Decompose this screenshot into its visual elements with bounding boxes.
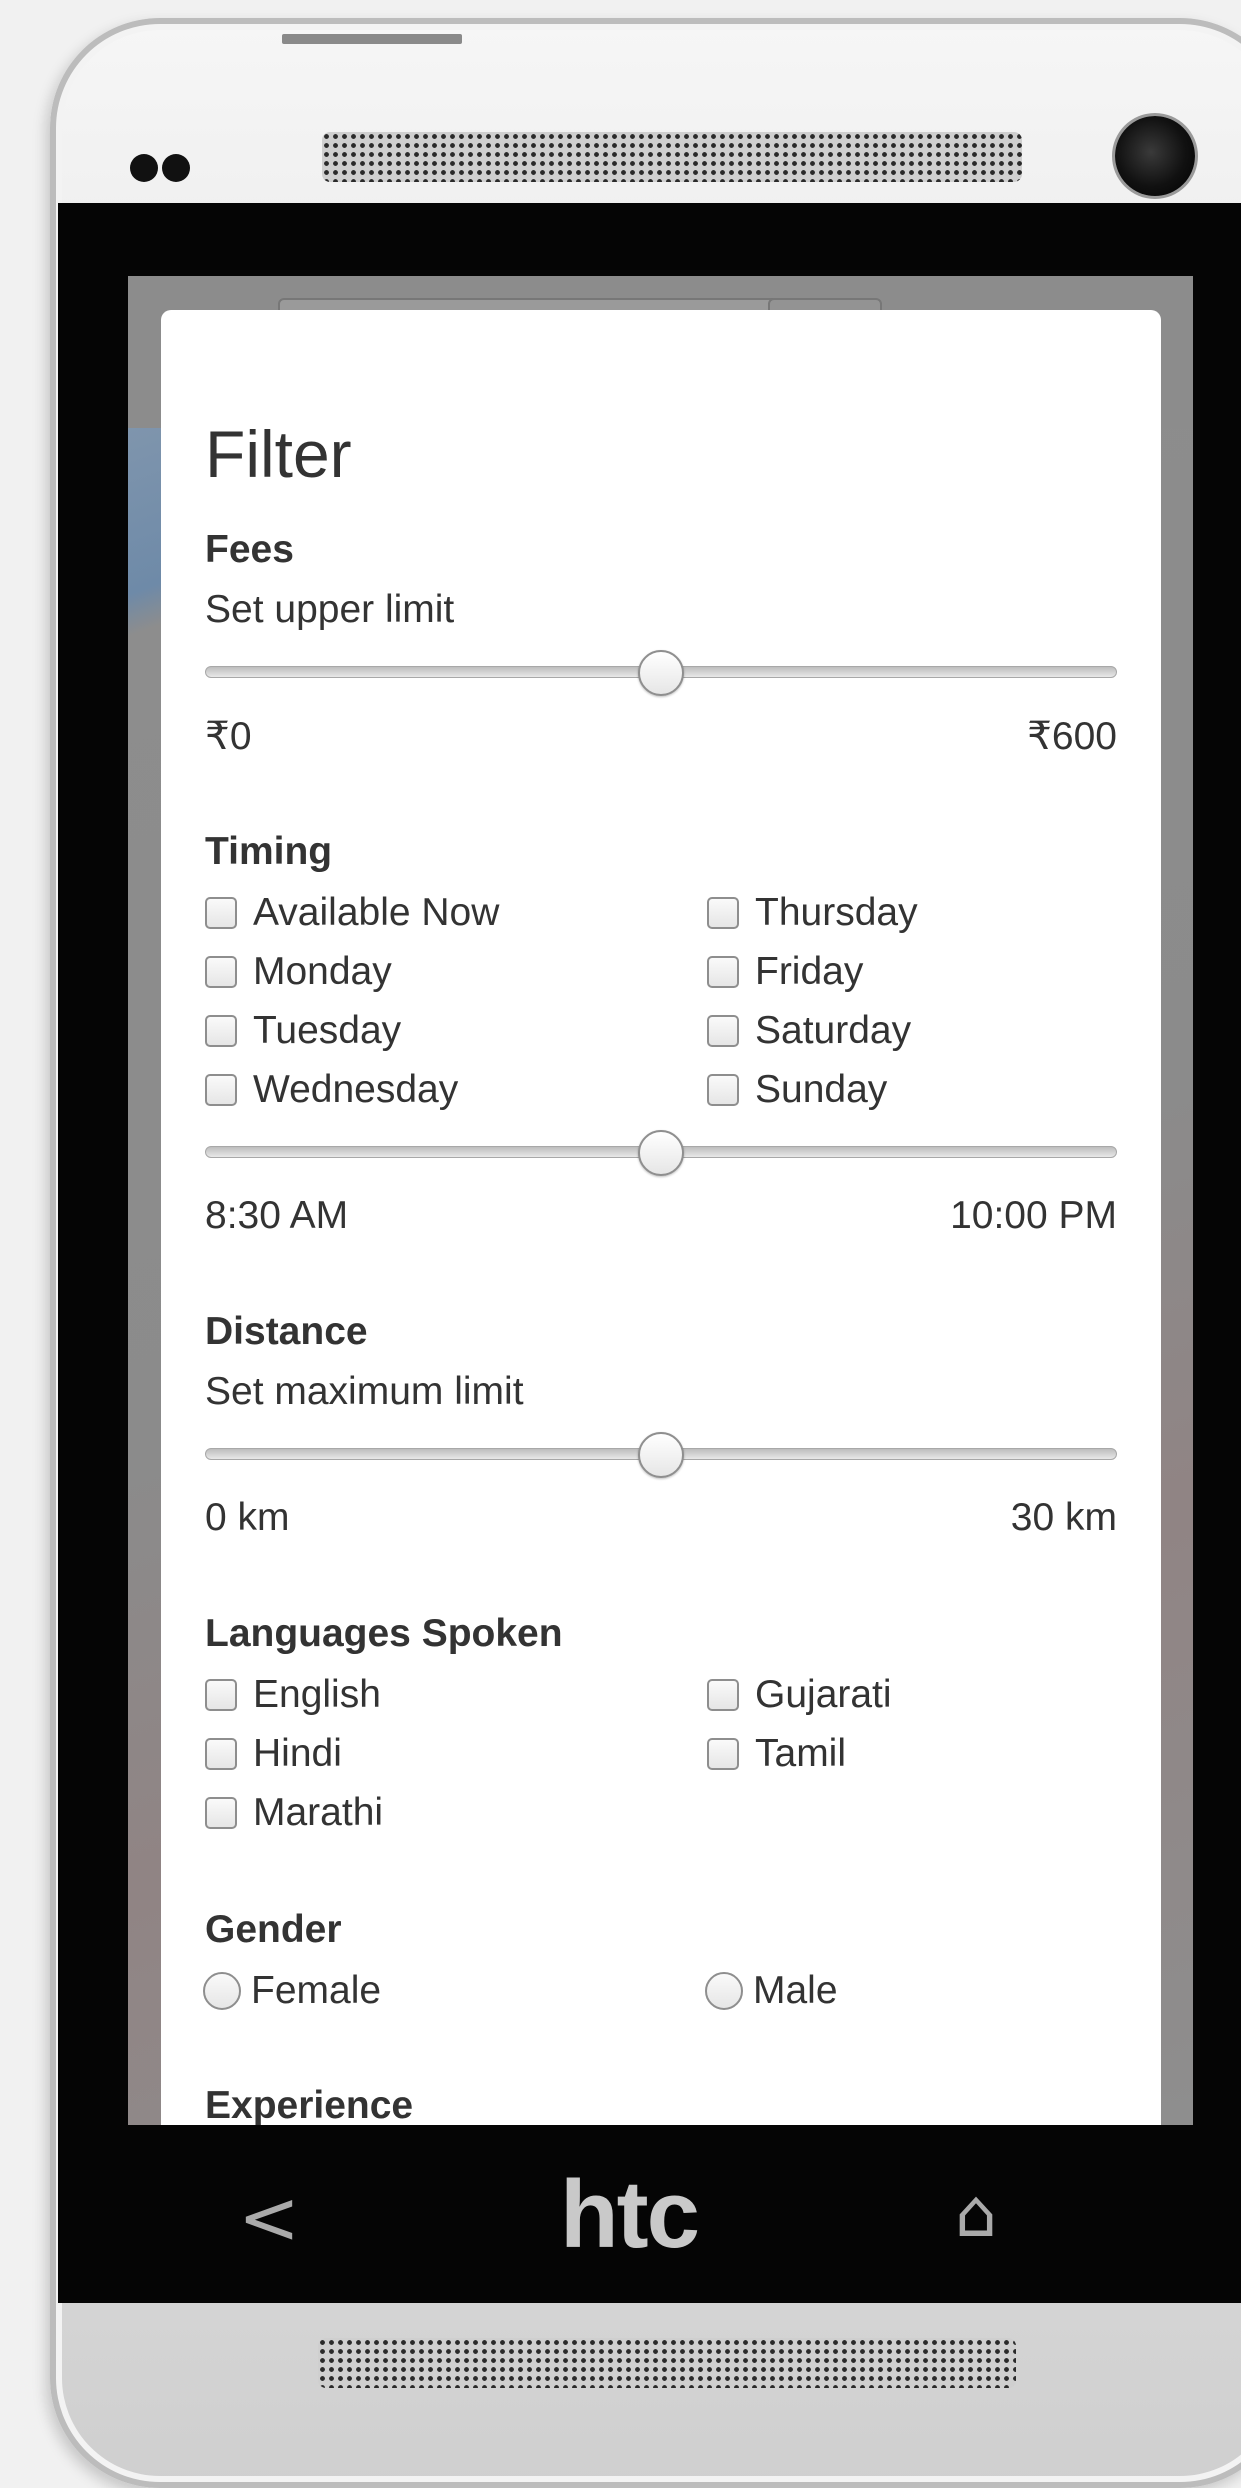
checkbox-sunday[interactable]: Sunday xyxy=(707,1065,887,1115)
checkbox-label: Friday xyxy=(755,950,864,993)
checkbox-label: Wednesday xyxy=(253,1068,459,1111)
fees-subheading: Set upper limit xyxy=(205,588,455,631)
checkbox[interactable] xyxy=(205,1797,237,1829)
checkbox-saturday[interactable]: Saturday xyxy=(707,1006,911,1056)
checkbox-label: English xyxy=(253,1673,381,1716)
checkbox[interactable] xyxy=(205,1015,237,1047)
checkbox-monday[interactable]: Monday xyxy=(205,947,392,997)
checkbox[interactable] xyxy=(205,897,237,929)
checkbox[interactable] xyxy=(205,956,237,988)
filter-dialog: Filter Fees Set upper limit ₹0 ₹600 Timi… xyxy=(161,310,1161,2125)
distance-subheading: Set maximum limit xyxy=(205,1370,524,1413)
checkbox-label: Monday xyxy=(253,950,392,993)
dialog-title: Filter xyxy=(205,417,352,491)
checkbox-label: Thursday xyxy=(755,891,918,934)
radio-button[interactable] xyxy=(705,1972,743,2010)
checkbox-tamil[interactable]: Tamil xyxy=(707,1729,846,1779)
distance-slider[interactable] xyxy=(205,1432,1117,1478)
slider-thumb[interactable] xyxy=(638,650,684,696)
checkbox-available-now[interactable]: Available Now xyxy=(205,888,499,938)
checkbox-label: Marathi xyxy=(253,1791,384,1834)
timing-heading: Timing xyxy=(205,830,333,873)
checkbox-label: Saturday xyxy=(755,1009,912,1052)
radio-label: Female xyxy=(251,1969,382,2012)
checkbox-marathi[interactable]: Marathi xyxy=(205,1788,383,1838)
checkbox[interactable] xyxy=(707,1074,739,1106)
experience-heading: Experience xyxy=(205,2084,414,2125)
checkbox-label: Tamil xyxy=(755,1732,847,1775)
distance-min-label: 0 km xyxy=(205,1496,290,1539)
front-camera xyxy=(1115,116,1195,196)
bottom-speaker-grille xyxy=(318,2338,1016,2388)
checkbox-gujarati[interactable]: Gujarati xyxy=(707,1670,892,1720)
checkbox[interactable] xyxy=(205,1738,237,1770)
slider-thumb[interactable] xyxy=(638,1130,684,1176)
checkbox[interactable] xyxy=(205,1679,237,1711)
languages-heading: Languages Spoken xyxy=(205,1612,563,1655)
radio-button[interactable] xyxy=(203,1972,241,2010)
radio-label: Male xyxy=(753,1969,838,2012)
fees-min-label: ₹0 xyxy=(205,715,252,758)
gender-heading: Gender xyxy=(205,1908,342,1951)
checkbox-hindi[interactable]: Hindi xyxy=(205,1729,342,1779)
radio-male[interactable]: Male xyxy=(705,1966,838,2016)
timing-max-label: 10:00 PM xyxy=(950,1194,1117,1237)
home-icon[interactable]: ⌂ xyxy=(955,2175,997,2252)
phone-top-button xyxy=(282,34,462,44)
checkbox-label: Tuesday xyxy=(253,1009,402,1052)
checkbox[interactable] xyxy=(707,1679,739,1711)
checkbox-english[interactable]: English xyxy=(205,1670,381,1720)
checkbox-friday[interactable]: Friday xyxy=(707,947,863,997)
fees-heading: Fees xyxy=(205,528,294,571)
fees-max-label: ₹600 xyxy=(1027,715,1117,758)
distance-heading: Distance xyxy=(205,1310,368,1353)
distance-max-label: 30 km xyxy=(1010,1496,1117,1539)
timing-slider[interactable] xyxy=(205,1130,1117,1176)
checkbox-label: Sunday xyxy=(755,1068,888,1111)
checkbox[interactable] xyxy=(205,1074,237,1106)
fees-slider[interactable] xyxy=(205,650,1117,696)
checkbox[interactable] xyxy=(707,1738,739,1770)
checkbox-thursday[interactable]: Thursday xyxy=(707,888,918,938)
checkbox-tuesday[interactable]: Tuesday xyxy=(205,1006,401,1056)
sensor-dot xyxy=(130,154,158,182)
radio-female[interactable]: Female xyxy=(203,1966,381,2016)
sensor-dot xyxy=(162,154,190,182)
brand-logo: htc xyxy=(560,2161,700,2268)
checkbox[interactable] xyxy=(707,897,739,929)
checkbox-label: Available Now xyxy=(253,891,500,934)
checkbox-label: Hindi xyxy=(253,1732,342,1775)
back-icon[interactable]: < xyxy=(238,2175,300,2261)
top-speaker-grille xyxy=(322,132,1022,182)
checkbox-wednesday[interactable]: Wednesday xyxy=(205,1065,458,1115)
checkbox[interactable] xyxy=(707,1015,739,1047)
slider-thumb[interactable] xyxy=(638,1432,684,1478)
checkbox-label: Gujarati xyxy=(755,1673,892,1716)
timing-min-label: 8:30 AM xyxy=(205,1194,349,1237)
checkbox[interactable] xyxy=(707,956,739,988)
